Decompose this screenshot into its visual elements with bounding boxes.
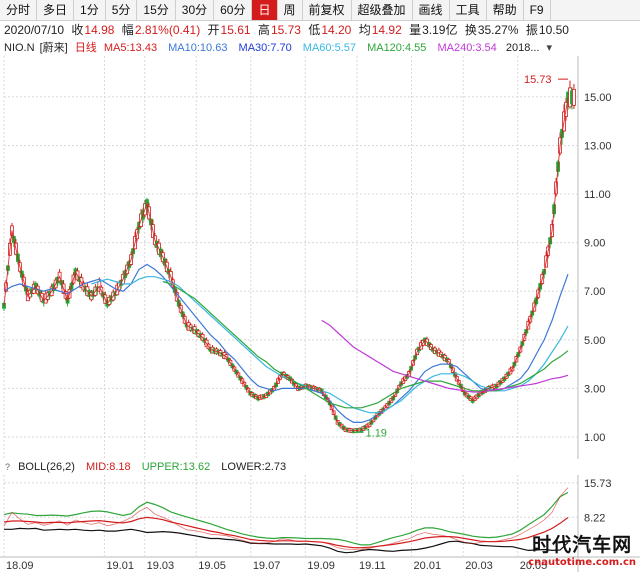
toolbar-item-4[interactable]: 15分 — [137, 0, 176, 20]
x-axis-ticks: 18.09 19.01 19.03 19.05 19.07 19.09 19.11 20.01… — [6, 560, 547, 572]
boll-y-ticks: 15.73 8.22 — [584, 478, 612, 524]
y-tick-label: 7.00 — [584, 286, 605, 298]
y-tick-label: 3.00 — [584, 383, 605, 395]
max-price-label: 15.73 — [524, 74, 552, 86]
kline-chart[interactable]: 15.00 13.00 11.00 9.00 7.00 5.00 3.00 1.00 15.73… — [0, 56, 640, 459]
ma5-legend: MA5:13.43 — [103, 42, 158, 54]
ma-line-ma60 — [91, 276, 569, 414]
amplitude-value: 10.50 — [538, 23, 569, 37]
more-legend[interactable]: 2018... — [506, 42, 540, 54]
high-value: 15.73 — [270, 23, 301, 37]
boll-lower-legend: LOWER:2.73 — [221, 461, 287, 473]
toolbar-item-14[interactable]: F9 — [524, 0, 551, 20]
boll-price-line — [3, 487, 569, 550]
boll-line-mid — [3, 516, 569, 549]
avg-label: 均 — [358, 23, 371, 37]
boll-line-upper — [3, 491, 569, 546]
period-label: 日线 — [74, 42, 97, 54]
watermark: 时代汽车网 cnautotime.com.cn — [528, 530, 636, 568]
x-tick-label: 20.01 — [414, 560, 442, 572]
adj-label: [蔚来] — [39, 42, 68, 54]
x-tick-label: 19.03 — [147, 560, 175, 572]
y-tick-label: 9.00 — [584, 238, 605, 250]
change-label: 幅 — [121, 23, 134, 37]
x-tick-label: 19.07 — [253, 560, 281, 572]
toolbar-item-1[interactable]: 多日 — [37, 0, 75, 20]
ma60-legend: MA60:5.57 — [302, 42, 356, 54]
ma-legend-bar: NIO.N [蔚来] 日线 MA5:13.43 MA10:10.63 MA30:… — [0, 40, 640, 56]
y-axis-ticks: 15.00 13.00 11.00 9.00 7.00 5.00 3.00 1.00 — [584, 92, 612, 444]
amplitude-label: 振 — [525, 23, 538, 37]
ma30-legend: MA30:7.70 — [238, 42, 292, 54]
quote-date: 2020/07/10 — [4, 23, 65, 37]
toolbar-item-0[interactable]: 分时 — [0, 0, 38, 20]
boll-y-tick-label: 15.73 — [584, 478, 612, 490]
toolbar-item-8[interactable]: 周 — [278, 0, 303, 20]
toolbar-item-7[interactable]: 日 — [252, 0, 278, 20]
y-tick-label: 11.00 — [584, 189, 611, 201]
toolbar-item-2[interactable]: 1分 — [74, 0, 106, 20]
x-tick-label: 19.01 — [106, 560, 134, 572]
open-label: 开 — [207, 23, 220, 37]
boll-legend-bar: ? BOLL(26,2) MID:8.18 UPPER:13.62 LOWER:… — [0, 459, 640, 475]
chevron-down-icon[interactable]: ▾ — [547, 42, 553, 54]
boll-upper-legend: UPPER:13.62 — [141, 461, 211, 473]
boll-y-tick-label: 8.22 — [584, 512, 605, 524]
toolbar-item-13[interactable]: 帮助 — [487, 0, 524, 20]
volume-value: 3.19亿 — [422, 23, 458, 37]
turnover-value: 35.27% — [477, 23, 519, 37]
close-label: 收 — [71, 23, 84, 37]
x-tick-label: 20.03 — [465, 560, 493, 572]
x-tick-label: 19.05 — [198, 560, 226, 572]
close-value: 14.98 — [84, 23, 115, 37]
boll-mid-legend: MID:8.18 — [86, 461, 131, 473]
symbol-label: NIO.N — [4, 42, 35, 54]
min-price-label: 1.19 — [366, 427, 387, 439]
watermark-url: cnautotime.com.cn — [528, 557, 636, 568]
avg-value: 14.92 — [371, 23, 402, 37]
boll-name: BOLL(26,2) — [18, 461, 75, 473]
ma240-legend: MA240:3.54 — [437, 42, 497, 54]
high-label: 高 — [257, 23, 270, 37]
quote-bar: 2020/07/10 收14.98 幅2.81%(0.41) 开15.61 高1… — [0, 21, 640, 40]
y-tick-label: 13.00 — [584, 140, 612, 152]
x-tick-label: 18.09 — [6, 560, 34, 572]
turnover-label: 换 — [464, 23, 477, 37]
low-label: 低 — [308, 23, 321, 37]
ma10-legend: MA10:10.63 — [168, 42, 228, 54]
x-tick-label: 19.09 — [307, 560, 335, 572]
toolbar-item-6[interactable]: 60分 — [214, 0, 253, 20]
volume-label: 量 — [409, 23, 422, 37]
toolbar-item-12[interactable]: 工具 — [450, 0, 487, 20]
y-tick-label: 15.00 — [584, 92, 612, 104]
change-value: 2.81%(0.41) — [134, 23, 201, 37]
low-value: 14.20 — [321, 23, 352, 37]
ma120-legend: MA120:4.55 — [367, 42, 427, 54]
toolbar-item-9[interactable]: 前复权 — [303, 0, 352, 20]
period-toolbar: 分时 多日 1分 5分 15分 30分 60分日周前复权 超级叠加 画线 工具 帮助 F9 — [0, 0, 640, 21]
candles — [2, 80, 576, 434]
x-tick-label: 19.11 — [359, 560, 386, 572]
toolbar-item-3[interactable]: 5分 — [106, 0, 138, 20]
boll-menu-icon[interactable]: ? — [5, 462, 10, 472]
ma-line-ma5 — [3, 97, 569, 432]
candle-body — [572, 88, 576, 106]
toolbar-item-10[interactable]: 超级叠加 — [352, 0, 413, 20]
toolbar-item-5[interactable]: 30分 — [176, 0, 215, 20]
watermark-logo: 时代汽车网 — [532, 534, 633, 556]
open-value: 15.61 — [220, 23, 251, 37]
y-tick-label: 5.00 — [584, 335, 605, 347]
y-tick-label: 1.00 — [584, 432, 605, 444]
toolbar-item-11[interactable]: 画线 — [413, 0, 450, 20]
